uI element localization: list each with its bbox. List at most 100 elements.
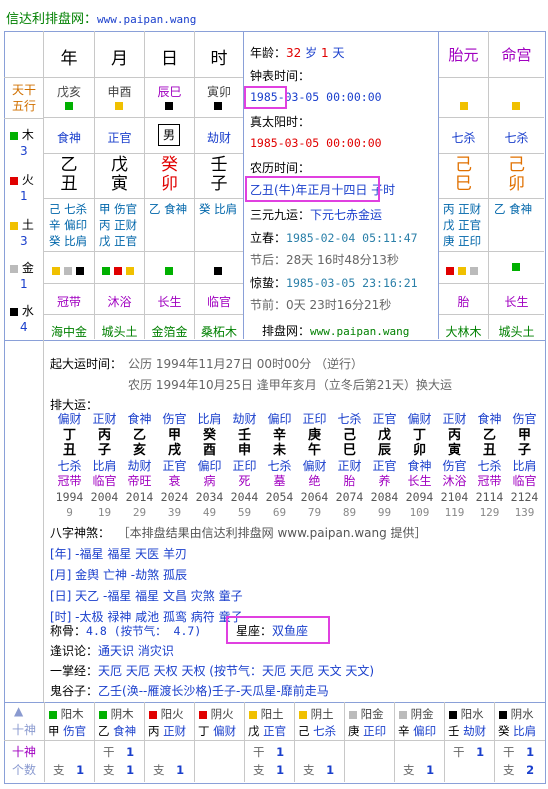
pillar-hidden-year: 己 七杀辛 偏印癸 比肩 <box>49 202 88 248</box>
shensha-row: 八字神煞： ［本排盘结果由信达利排盘网 www.paipan.wang 提供］ <box>50 526 427 540</box>
pillar-nayin-short-day: 辰巳 <box>157 85 182 99</box>
pillar-label-year: 年 <box>60 49 78 69</box>
age-row: 年龄：32 岁 1 天 <box>250 46 345 60</box>
before-row: 节前：0天 23时16分21秒 <box>250 298 392 312</box>
pillar-label-hour: 时 <box>210 49 228 69</box>
taiyuan-growth: 胎 <box>457 295 470 309</box>
jingzhe-row: 惊蛰：1985-03-05 23:16:21 <box>250 276 418 290</box>
pillar-growth-year: 冠带 <box>56 295 81 309</box>
shensha-day: [日] 天乙 -福星 福星 文昌 灾煞 童子 <box>50 589 243 603</box>
highlight-box <box>244 86 287 109</box>
bottom-count-label: 个数 <box>12 763 37 777</box>
minggong-hidden: 乙 食神 <box>494 202 533 216</box>
lunar-label: 农历时间： <box>250 161 311 175</box>
pillar-month-ganzhi: 戊寅 <box>111 155 128 194</box>
luck-pillar: 劫财壬申正印死 2044 59 <box>230 412 259 519</box>
hidden-squares-hour <box>214 263 222 277</box>
site-url[interactable]: www.paipan.wang <box>97 13 196 26</box>
pillar-hidden-hour: 癸 比肩 <box>199 202 238 216</box>
taiyuan-label: 胎元 <box>448 46 479 64</box>
site-header: 信达利排盘网：www.paipan.wang <box>6 8 196 27</box>
element-square <box>165 102 173 110</box>
taiyuan-ganzhi: 己巳 <box>455 155 472 194</box>
pillar-growth-hour: 临官 <box>206 295 231 309</box>
solar-label: 真太阳时： <box>250 115 311 129</box>
site-title: 信达利排盘网： <box>6 12 98 27</box>
bottom-row-label: 十神 <box>12 745 37 759</box>
pillar-nayin-month: 城头土 <box>101 325 138 339</box>
bottom-corner-label: 十神 <box>12 723 37 737</box>
pillar-hidden-day: 乙 食神 <box>149 202 188 216</box>
element-square <box>214 102 222 110</box>
luck-pillar: 正印庚午偏财绝 2064 79 <box>300 412 329 519</box>
luck-pillar: 偏印辛未七杀墓 2054 69 <box>265 412 294 519</box>
pillar-hidden-month: 甲 伤官丙 正财戊 正官 <box>99 202 138 248</box>
ten-gods-cells: 阳木甲 伤官 支 1 阴木乙 食神干 1支 1 阳火丙 正财 支 1 阴火丁 偏… <box>44 702 544 782</box>
element-huo: 火1 <box>10 172 34 204</box>
element-jin: 金1 <box>10 260 34 292</box>
shensha-month: [月] 金舆 亡神 -劫煞 孤辰 <box>50 568 187 582</box>
yuan-row: 三元九运：下元七赤金运 <box>250 208 383 222</box>
pillar-nayin-year: 海中金 <box>50 325 87 339</box>
luck-pillar: 比肩癸酉偏印病 2034 49 <box>195 412 224 519</box>
luck-pillar: 正财丙寅伤官 沐浴 2104 119 <box>440 412 469 519</box>
yizhang-row: 一掌经：天厄 天厄 天权 天权 (按节气：天厄 天厄 天文 天文) <box>50 664 375 678</box>
minggong-growth: 长生 <box>504 295 529 309</box>
triangle-up-icon: ▲ <box>14 704 24 718</box>
shensha-list: [年] -福星 福星 天医 羊刃 [月] 金舆 亡神 -劫煞 孤辰 [日] 天乙… <box>50 544 243 628</box>
element-square <box>512 263 520 271</box>
dao-row: 逢识论：通天识 消灾识 <box>50 644 174 658</box>
bone-row: 称骨：4.8 (按节气： 4.7) <box>50 624 202 638</box>
luck-pillar: 偏财丁卯食神 长生 2094 109 <box>405 412 434 519</box>
luck-pillar: 伤官甲戌正官衰 2024 39 <box>160 412 189 519</box>
luck-start-solar: 公历 1994年11月27日 00时00分 （逆行） <box>128 357 364 371</box>
pillar-label-day: 日 <box>161 49 178 69</box>
minggong-nayin: 城头土 <box>498 325 535 339</box>
luck-pillar: 正官戊辰正官养 2084 99 <box>370 412 399 519</box>
luck-pillar: 食神乙亥劫财 帝旺 2014 29 <box>125 412 154 519</box>
element-square <box>460 102 468 110</box>
luck-pillar: 偏财丁丑七杀 冠带 1994 9 <box>55 412 84 519</box>
pillar-nayin-day: 金箔金 <box>151 325 188 339</box>
ten-god-cell: 阴金辛 偏印 支 1 <box>394 702 444 782</box>
luck-start-lunar: 农历 1994年10月25日 逢甲年亥月（立冬后第21天）换大运 <box>128 378 452 392</box>
pillar-nayin-hour: 桑柘木 <box>200 325 237 339</box>
taiyuan-god: 七杀 <box>451 131 476 145</box>
ten-god-cell: 阳木甲 伤官 支 1 <box>44 702 94 782</box>
element-tu: 土3 <box>10 217 34 249</box>
stem-label: 天干 <box>12 83 37 97</box>
taiyuan-nayin: 大林木 <box>445 325 482 339</box>
ten-god-cell: 阴木乙 食神干 1支 1 <box>94 702 144 782</box>
hidden-squares-month <box>102 263 134 277</box>
pillar-nayin-short-hour: 寅卯 <box>206 85 231 99</box>
element-square <box>115 102 123 110</box>
after-row: 节后：28天 16时48分13秒 <box>250 253 399 267</box>
ten-god-cell: 阴水癸 比肩干 1支 2 <box>494 702 544 782</box>
minggong-god: 七杀 <box>504 131 529 145</box>
pillar-god-hour: 劫财 <box>206 131 231 145</box>
pillar-hour-ganzhi: 壬子 <box>210 155 228 194</box>
stem-element-labels: 天干 五行 <box>12 82 36 114</box>
highlight-box <box>226 616 330 644</box>
ten-god-cell: 阳土戊 正官干 1支 1 <box>244 702 294 782</box>
luck-list-label: 排大运： <box>50 398 99 412</box>
solar-value: 1985-03-05 00:00:00 <box>250 136 382 150</box>
luck-pillar: 食神乙丑七杀 冠带 2114 129 <box>475 412 504 519</box>
gender-badge: 男 <box>158 124 180 146</box>
luck-pillars: 偏财丁丑七杀 冠带 1994 9 正财丙子比肩 临官 2004 19 食神乙亥劫财 帝旺 2014 2… <box>52 412 542 522</box>
luck-pillar: 正财丙子比肩 临官 2004 19 <box>90 412 119 519</box>
minggong-label: 命宫 <box>501 46 532 64</box>
guigu-row: 鬼谷子：乙壬(涣--雁渡长沙格)壬子-天瓜星-靡前走马 <box>50 684 329 698</box>
pillar-growth-month: 沐浴 <box>107 295 132 309</box>
ten-god-cell: 阳水壬 劫财干 1 <box>444 702 494 782</box>
element-shui: 水4 <box>10 303 34 335</box>
ten-god-cell: 阴火丁 偏财 <box>194 702 244 782</box>
pillar-nayin-short-month: 申酉 <box>107 85 132 99</box>
luck-pillar: 七杀己巳正财胎 2074 89 <box>335 412 364 519</box>
hidden-squares-year <box>52 263 84 277</box>
pillar-year-ganzhi: 乙丑 <box>60 155 78 194</box>
minggong-ganzhi: 己卯 <box>508 155 525 194</box>
element-label: 五行 <box>12 99 37 113</box>
taiyuan-squares <box>446 263 478 277</box>
taiyuan-hidden: 丙 正财戊 正官庚 正印 <box>443 202 482 248</box>
